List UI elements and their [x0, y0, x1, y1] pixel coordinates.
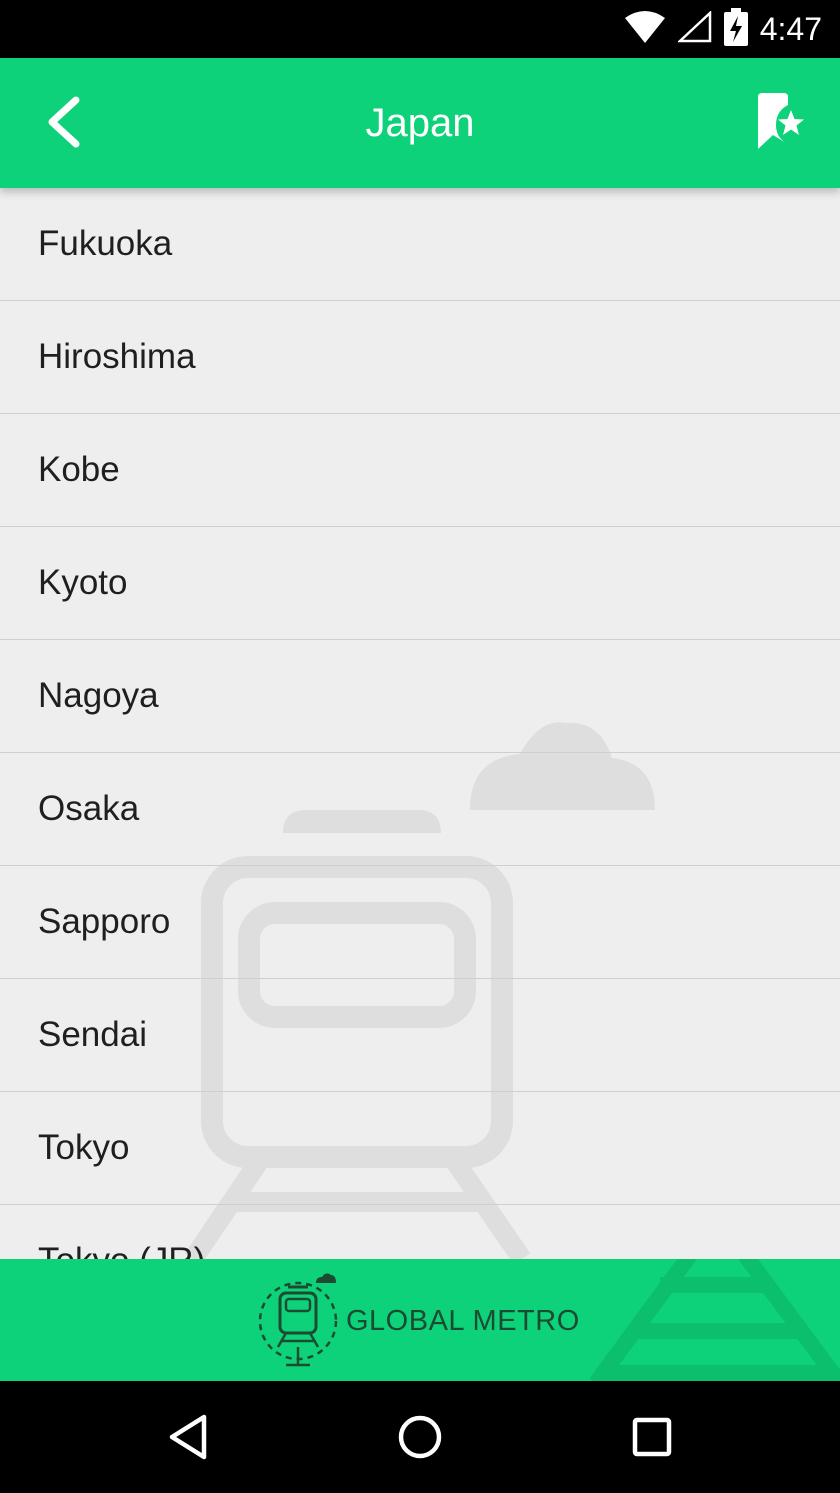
train-logo-icon: [258, 1273, 338, 1367]
back-triangle-icon: [166, 1413, 210, 1466]
back-button[interactable]: [28, 88, 100, 160]
page-title: Japan: [365, 101, 475, 145]
city-item[interactable]: Osaka: [0, 753, 840, 866]
city-item[interactable]: Sapporo: [0, 866, 840, 979]
home-circle-icon: [397, 1414, 443, 1465]
nav-back-button[interactable]: [158, 1409, 218, 1469]
favorites-button[interactable]: [744, 88, 816, 160]
status-bar: 4:47: [0, 0, 840, 58]
city-list-container[interactable]: Fukuoka Hiroshima Kobe Kyoto Nagoya Osak…: [0, 188, 840, 1259]
city-list: Fukuoka Hiroshima Kobe Kyoto Nagoya Osak…: [0, 188, 840, 1259]
chevron-left-icon: [42, 96, 86, 153]
brand-name: GLOBAL METRO: [346, 1305, 580, 1337]
city-item[interactable]: Tokyo (JR): [0, 1205, 840, 1259]
city-item[interactable]: Nagoya: [0, 640, 840, 753]
wifi-icon: [624, 10, 666, 49]
footer-banner[interactable]: GLOBAL METRO: [0, 1259, 840, 1381]
city-item[interactable]: Kobe: [0, 414, 840, 527]
city-item[interactable]: Sendai: [0, 979, 840, 1092]
bookmark-star-icon: [754, 92, 806, 156]
city-item[interactable]: Fukuoka: [0, 188, 840, 301]
recents-square-icon: [631, 1416, 673, 1463]
screen: 4:47 Japan Fukuoka Hiroshima Kobe Kyoto …: [0, 0, 840, 1493]
system-nav-bar: [0, 1381, 840, 1493]
city-item[interactable]: Hiroshima: [0, 301, 840, 414]
status-icons: 4:47: [624, 7, 822, 51]
nav-home-button[interactable]: [390, 1409, 450, 1469]
app-bar: Japan: [0, 58, 840, 188]
status-time: 4:47: [759, 11, 822, 47]
nav-recents-button[interactable]: [622, 1409, 682, 1469]
city-item[interactable]: Tokyo: [0, 1092, 840, 1205]
city-item[interactable]: Kyoto: [0, 527, 840, 640]
cell-signal-icon: [676, 9, 712, 48]
battery-charging-icon: [723, 7, 748, 51]
